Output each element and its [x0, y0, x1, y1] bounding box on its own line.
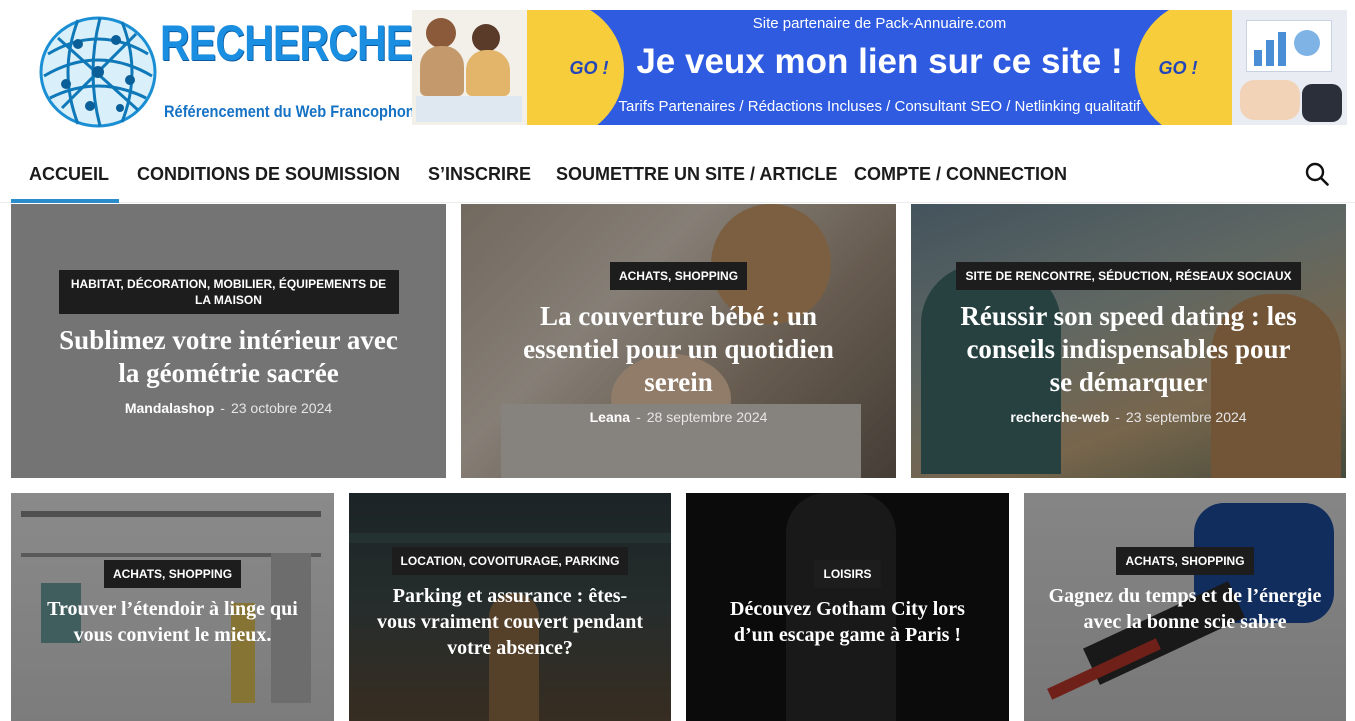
meta-separator: -	[636, 409, 641, 425]
article-content: LOISIRS Découvez Gotham City lors d’un e…	[686, 560, 1009, 648]
article-title[interactable]: Parking et assurance : êtes-vous vraimen…	[375, 583, 645, 661]
banner-top-text: Site partenaire de Pack-Annuaire.com	[752, 15, 1007, 32]
article-category[interactable]: LOISIRS	[814, 560, 881, 588]
article-title[interactable]: La couverture bébé : un essentiel pour u…	[506, 300, 851, 399]
article-card[interactable]: ACHATS, SHOPPING La couverture bébé : un…	[461, 204, 896, 478]
article-category[interactable]: ACHATS, SHOPPING	[103, 560, 242, 588]
article-category[interactable]: ACHATS, SHOPPING	[1116, 547, 1254, 575]
nav-item-compte[interactable]: COMPTE / CONNECTION	[854, 164, 1067, 185]
article-author[interactable]: recherche-web	[1010, 409, 1109, 425]
nav-item-inscrire[interactable]: S’INSCRIRE	[428, 164, 531, 185]
meta-separator: -	[220, 400, 225, 416]
article-category[interactable]: SITE DE RENCONTRE, SÉDUCTION, RÉSEAUX SO…	[956, 262, 1301, 290]
article-title[interactable]: Trouver l’étendoir à linge qui vous conv…	[28, 596, 318, 648]
article-category[interactable]: LOCATION, COVOITURAGE, PARKING	[391, 547, 629, 575]
banner-bottom-text: Tarifs Partenaires / Rédactions Incluses…	[618, 98, 1141, 115]
search-icon[interactable]	[1305, 162, 1329, 186]
banner-headline: Je veux mon lien sur ce site !	[636, 42, 1123, 81]
article-card[interactable]: LOCATION, COVOITURAGE, PARKING Parking e…	[349, 493, 671, 721]
nav-item-accueil[interactable]: ACCUEIL	[29, 164, 109, 185]
article-category[interactable]: HABITAT, DÉCORATION, MOBILIER, ÉQUIPEMEN…	[58, 270, 399, 314]
main-navigation: ACCUEIL CONDITIONS DE SOUMISSION S’INSCR…	[0, 146, 1355, 203]
article-content: ACHATS, SHOPPING La couverture bébé : un…	[461, 262, 896, 425]
partner-banner[interactable]: GO ! GO ! Site partenaire de Pack-Annuai…	[412, 10, 1347, 125]
article-title[interactable]: Découvez Gotham City lors d’un escape ga…	[710, 596, 985, 648]
article-content: HABITAT, DÉCORATION, MOBILIER, ÉQUIPEMEN…	[11, 270, 446, 416]
article-title[interactable]: Sublimez votre intérieur avec la géométr…	[59, 324, 399, 390]
site-logo[interactable]: RECHERCHE WEB Référencement du Web Franc…	[38, 12, 517, 130]
article-content: LOCATION, COVOITURAGE, PARKING Parking e…	[349, 547, 671, 661]
article-meta: recherche-web -23 septembre 2024	[1010, 409, 1246, 425]
nav-active-indicator	[11, 199, 119, 203]
article-content: SITE DE RENCONTRE, SÉDUCTION, RÉSEAUX SO…	[911, 262, 1346, 425]
article-card[interactable]: SITE DE RENCONTRE, SÉDUCTION, RÉSEAUX SO…	[911, 204, 1346, 478]
article-card[interactable]: ACHATS, SHOPPING Trouver l’étendoir à li…	[11, 493, 334, 721]
article-author[interactable]: Mandalashop	[125, 400, 214, 416]
article-date: 23 octobre 2024	[230, 400, 333, 416]
article-title[interactable]: Réussir son speed dating : les conseils …	[959, 300, 1299, 399]
article-card[interactable]: HABITAT, DÉCORATION, MOBILIER, ÉQUIPEMEN…	[11, 204, 446, 478]
nav-item-soumettre[interactable]: SOUMETTRE UN SITE / ARTICLE	[556, 164, 837, 185]
article-title[interactable]: Gagnez du temps et de l’énergie avec la …	[1048, 583, 1323, 635]
article-card[interactable]: LOISIRS Découvez Gotham City lors d’un e…	[686, 493, 1009, 721]
article-meta: Leana -28 septembre 2024	[590, 409, 768, 425]
article-date: 23 septembre 2024	[1125, 409, 1247, 425]
logo-subtitle: Référencement du Web Francophone	[164, 102, 423, 121]
article-meta: Mandalashop -23 octobre 2024	[125, 400, 332, 416]
meta-separator: -	[1115, 409, 1120, 425]
globe-network-icon	[39, 16, 157, 128]
article-content: ACHATS, SHOPPING Trouver l’étendoir à li…	[11, 560, 334, 648]
article-category[interactable]: ACHATS, SHOPPING	[609, 262, 748, 290]
article-card[interactable]: ACHATS, SHOPPING Gagnez du temps et de l…	[1024, 493, 1346, 721]
article-content: ACHATS, SHOPPING Gagnez du temps et de l…	[1024, 547, 1346, 635]
nav-item-conditions[interactable]: CONDITIONS DE SOUMISSION	[137, 164, 400, 185]
article-date: 28 septembre 2024	[646, 409, 768, 425]
article-author[interactable]: Leana	[590, 409, 630, 425]
